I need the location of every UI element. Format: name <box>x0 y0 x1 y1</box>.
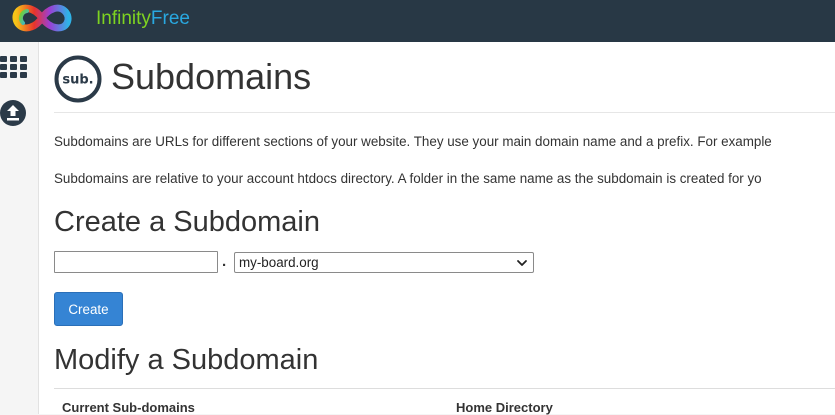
intro-paragraph-2: Subdomains are relative to your account … <box>54 171 762 186</box>
domain-separator: . <box>222 253 227 270</box>
brand-name-free: Free <box>150 8 190 29</box>
subdomain-input[interactable] <box>54 251 218 273</box>
chevron-down-icon <box>517 260 527 266</box>
top-navbar: InfinityFree <box>0 0 835 42</box>
domain-select[interactable]: my-board.org <box>234 252 534 273</box>
create-subdomain-heading: Create a Subdomain <box>54 206 320 238</box>
create-button[interactable]: Create <box>54 292 123 326</box>
infinityfree-logo-icon[interactable] <box>7 1 77 35</box>
column-header-current-subdomains[interactable]: Current Sub-domains <box>62 400 195 415</box>
brand-name-infinity: Infinity <box>96 8 151 29</box>
apps-grid-icon[interactable] <box>0 55 28 79</box>
table-header-divider <box>54 388 835 389</box>
upload-icon[interactable] <box>0 99 28 127</box>
page-title: Subdomains <box>111 56 312 97</box>
title-divider <box>54 112 835 113</box>
modify-subdomain-heading: Modify a Subdomain <box>54 344 319 376</box>
subdomain-icon-text: sub. <box>62 73 93 88</box>
brand-name[interactable]: InfinityFree <box>96 8 190 30</box>
intro-paragraph-1: Subdomains are URLs for different sectio… <box>54 134 772 149</box>
subdomain-icon: sub. <box>54 55 102 103</box>
left-sidebar <box>0 42 30 414</box>
domain-select-value: my-board.org <box>239 255 319 270</box>
column-header-home-directory[interactable]: Home Directory <box>456 400 553 415</box>
